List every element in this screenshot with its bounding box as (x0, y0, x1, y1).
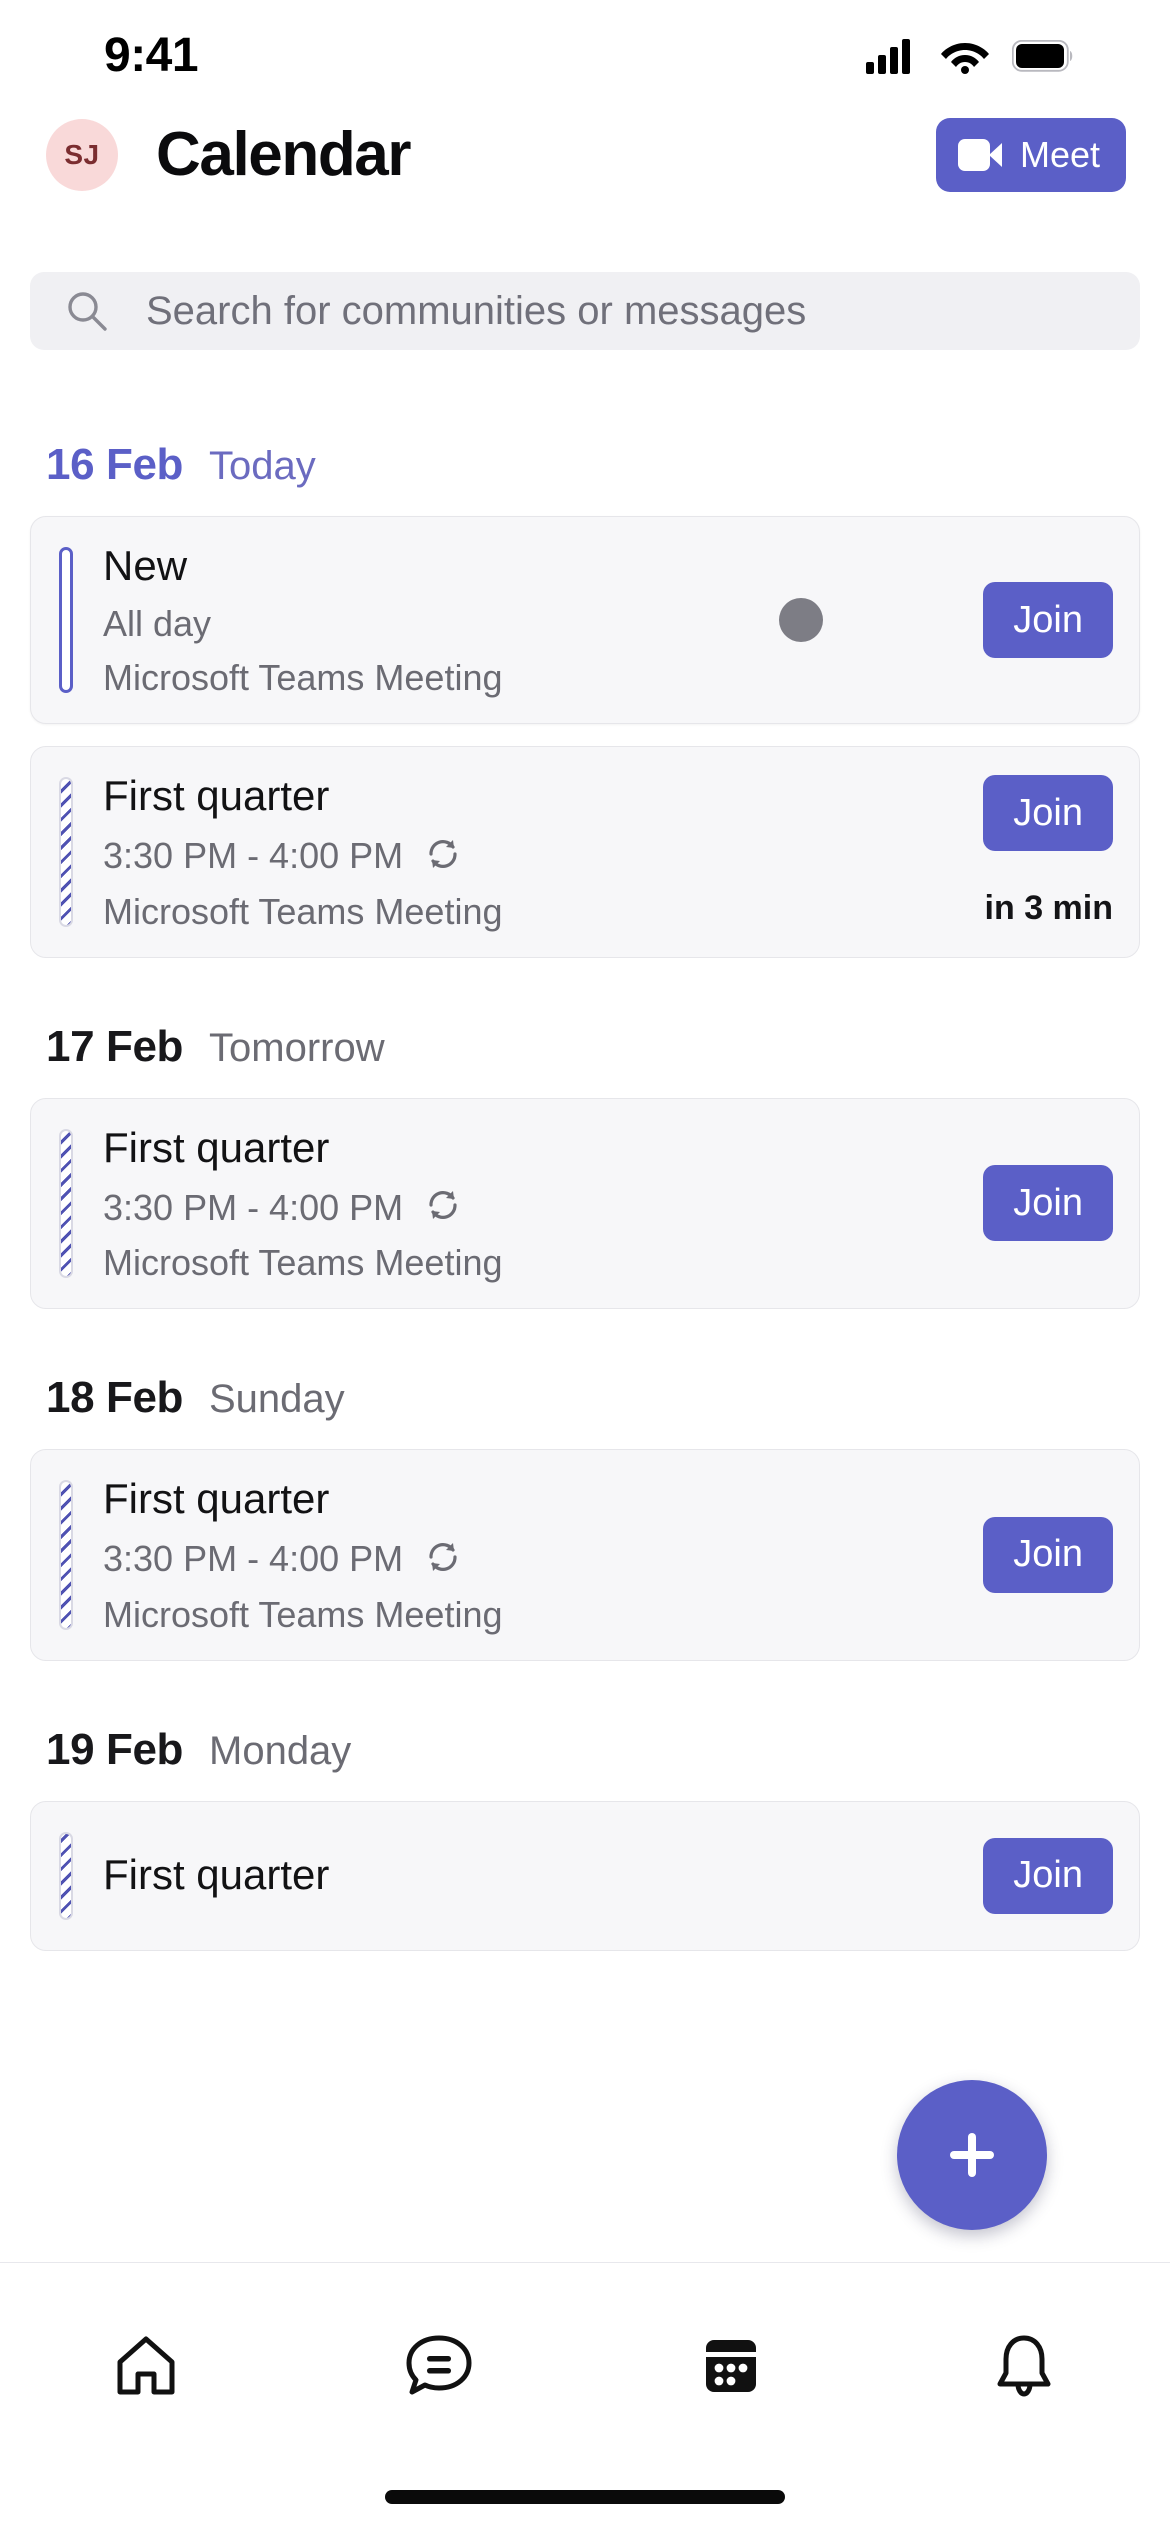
event-title: First quarter (103, 1851, 330, 1899)
event-time: 3:30 PM - 4:00 PM (103, 1186, 404, 1228)
meet-button-label: Meet (1019, 134, 1100, 175)
join-button[interactable]: Join (983, 1516, 1113, 1593)
event-time: All day (103, 603, 212, 645)
day-header: 19 Feb Monday (0, 1683, 1170, 1801)
recurring-icon (423, 1537, 463, 1582)
search-bar[interactable]: Search for communities or messages (30, 272, 1140, 350)
video-camera-icon (957, 139, 1002, 171)
event-details: First quarter 3:30 PM - 4:00 PM Microsoft … (73, 1474, 963, 1635)
join-button[interactable]: Join (983, 1165, 1113, 1242)
event-actions: Join (963, 1826, 1113, 1926)
recurring-icon (423, 1185, 463, 1230)
bell-icon (997, 2335, 1051, 2397)
event-color-bar (59, 1480, 73, 1630)
event-time-row: 3:30 PM - 4:00 PM (103, 1185, 963, 1230)
day-date: 16 Feb (46, 440, 183, 489)
day-header: 16 Feb Today (0, 398, 1170, 516)
event-actions: Join (963, 1474, 1113, 1635)
event-color-bar (59, 547, 73, 694)
join-button[interactable]: Join (983, 1837, 1113, 1914)
recurring-icon (423, 834, 463, 879)
phone-screen: 9:41 SJ Calendar Meet Search for communi… (0, 0, 1170, 2532)
avatar[interactable]: SJ (46, 119, 118, 191)
event-card[interactable]: First quarter 3:30 PM - 4:00 PM Microsoft … (30, 1449, 1140, 1661)
event-card[interactable]: First quarter 3:30 PM - 4:00 PM Microsoft … (30, 1097, 1140, 1310)
day-date: 19 Feb (46, 1724, 183, 1774)
join-button[interactable]: Join (983, 775, 1113, 852)
event-subtitle: Microsoft Teams Meeting (103, 1593, 503, 1635)
event-subtitle: Microsoft Teams Meeting (103, 890, 503, 932)
event-card[interactable]: New All day Microsoft Teams Meeting Join (30, 516, 1140, 725)
wifi-icon (941, 43, 989, 74)
event-status-dot-wrap (779, 541, 963, 699)
chat-icon (406, 2335, 472, 2395)
home-indicator (385, 2490, 785, 2504)
event-actions: Join (963, 1123, 1113, 1284)
event-time: 3:30 PM - 4:00 PM (103, 835, 404, 877)
event-actions: Join (963, 541, 1113, 699)
meet-button[interactable]: Meet (935, 118, 1126, 192)
create-event-fab[interactable] (897, 2080, 1047, 2230)
event-color-bar (59, 777, 73, 927)
event-time-row: 3:30 PM - 4:00 PM (103, 1537, 963, 1582)
event-time-row: 3:30 PM - 4:00 PM (103, 834, 963, 879)
day-header: 18 Feb Sunday (0, 1331, 1170, 1449)
day-date: 17 Feb (46, 1021, 183, 1071)
status-bar-time: 9:41 (104, 28, 199, 82)
home-icon (117, 2336, 175, 2395)
join-button[interactable]: Join (983, 582, 1113, 659)
event-details: First quarter 3:30 PM - 4:00 PM Microsoft … (73, 771, 963, 932)
app-header: SJ Calendar Meet (0, 100, 1170, 210)
event-title: First quarter (103, 1475, 330, 1523)
bottom-navigation (0, 2262, 1170, 2532)
status-badge (779, 598, 824, 643)
event-actions: Join in 3 min (963, 771, 1113, 932)
recurring-icon (429, 1191, 457, 1220)
event-details: New All day Microsoft Teams Meeting (73, 541, 779, 699)
search-input[interactable]: Search for communities or messages (146, 289, 806, 334)
event-color-bar (59, 1831, 73, 1920)
event-time-row: All day (103, 603, 779, 645)
event-subtitle: Microsoft Teams Meeting (103, 657, 503, 699)
event-starts-in-label: in 3 min (984, 889, 1113, 928)
recurring-icon (429, 1542, 457, 1571)
recurring-icon (429, 839, 457, 868)
agenda-list[interactable]: 16 Feb Today New All day Microsoft Teams Mee… (0, 398, 1170, 2298)
day-relative-label: Sunday (209, 1377, 345, 1422)
status-bar-icons (866, 38, 1074, 74)
event-details: First quarter (73, 1826, 963, 1926)
avatar-initials: SJ (64, 139, 100, 170)
day-relative-label: Monday (209, 1728, 352, 1773)
page-title: Calendar (156, 120, 412, 189)
event-card[interactable]: First quarter Join (30, 1800, 1140, 1951)
event-details: First quarter 3:30 PM - 4:00 PM Microsoft … (73, 1123, 963, 1284)
nav-item-home[interactable] (0, 2311, 293, 2421)
search-icon (68, 292, 107, 331)
calendar-icon (706, 2340, 757, 2392)
cellular-signal-icon (866, 39, 910, 74)
event-title: New (103, 542, 188, 589)
day-relative-label: Tomorrow (209, 1025, 385, 1070)
status-bar: 9:41 (0, 0, 1170, 100)
day-date: 18 Feb (46, 1373, 183, 1423)
nav-item-notifications[interactable] (878, 2311, 1170, 2421)
battery-icon (1012, 40, 1073, 72)
plus-icon (950, 2133, 994, 2177)
event-color-bar (59, 1128, 73, 1279)
nav-item-calendar[interactable] (585, 2311, 878, 2421)
event-title: First quarter (103, 1123, 330, 1171)
nav-item-chat[interactable] (293, 2311, 586, 2421)
event-title: First quarter (103, 772, 330, 820)
event-subtitle: Microsoft Teams Meeting (103, 1242, 503, 1284)
event-time: 3:30 PM - 4:00 PM (103, 1538, 404, 1580)
day-header: 17 Feb Tomorrow (0, 980, 1170, 1098)
event-card[interactable]: First quarter 3:30 PM - 4:00 PM Microsoft … (30, 746, 1140, 958)
day-relative-label: Today (209, 444, 316, 488)
